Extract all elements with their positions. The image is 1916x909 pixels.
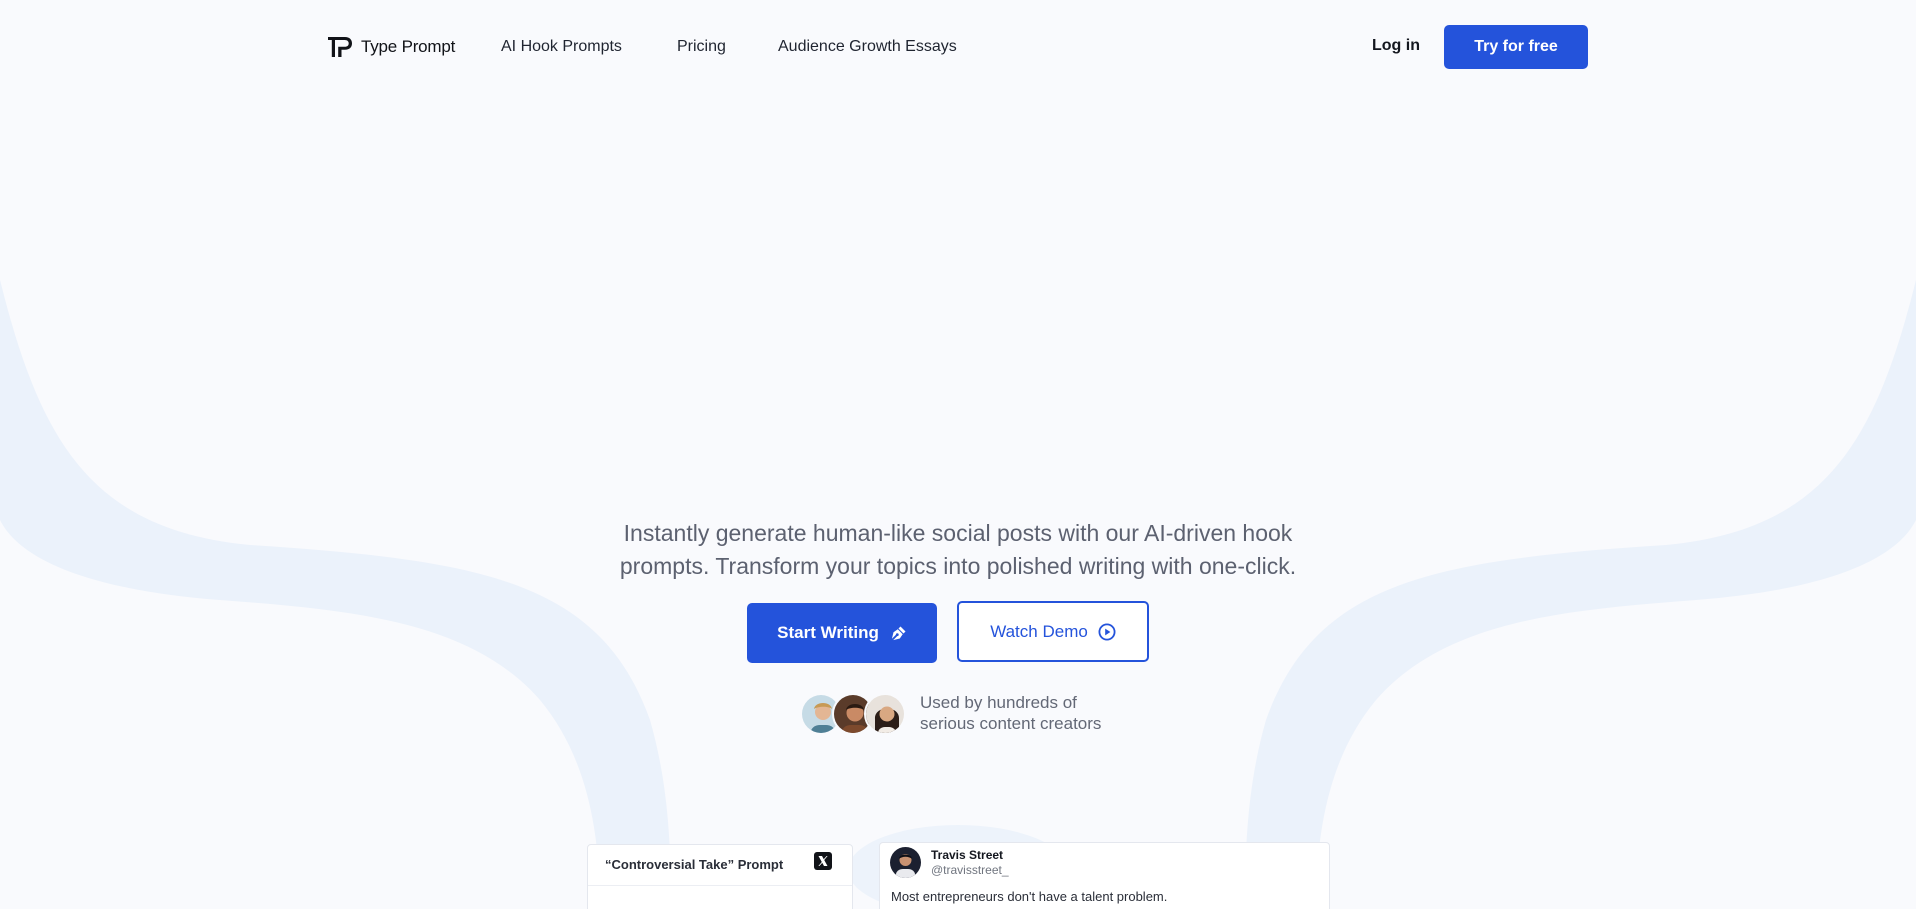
nav-link-audience-growth-essays[interactable]: Audience Growth Essays xyxy=(778,38,957,56)
pen-nib-icon xyxy=(891,626,906,640)
logo-text: Type Prompt xyxy=(361,37,456,56)
hero-subtitle-line-2: prompts. Transform your topics into poli… xyxy=(619,553,1297,579)
start-writing-button[interactable]: Start Writing xyxy=(747,603,937,663)
avatar xyxy=(890,847,921,878)
hero-subtitle: Instantly generate human-like social pos… xyxy=(558,517,1358,583)
logo[interactable]: Type Prompt xyxy=(327,35,455,59)
social-proof-line-2: serious content creators xyxy=(920,714,1102,733)
watch-demo-button[interactable]: Watch Demo xyxy=(957,601,1149,662)
nav-link-pricing[interactable]: Pricing xyxy=(677,38,726,56)
social-proof-text: Used by hundreds of serious content crea… xyxy=(920,692,1101,734)
prompt-card-title: “Controversial Take” Prompt xyxy=(605,857,784,872)
prompt-card: “Controversial Take” Prompt xyxy=(587,844,853,909)
try-for-free-button[interactable]: Try for free xyxy=(1444,25,1588,69)
watch-demo-label: Watch Demo xyxy=(990,621,1088,641)
prompt-card-divider xyxy=(588,885,852,886)
login-link[interactable]: Log in xyxy=(1372,37,1420,55)
hero-subtitle-line-1: Instantly generate human-like social pos… xyxy=(623,520,1293,546)
tweet-author-handle: @travisstreet_ xyxy=(931,863,1009,877)
tweet-author-name: Travis Street xyxy=(931,848,1004,862)
creator-avatars xyxy=(800,693,906,735)
x-logo-icon xyxy=(814,852,832,870)
avatar xyxy=(864,693,906,735)
top-nav: Type Prompt AI Hook Prompts Pricing Audi… xyxy=(0,0,1916,94)
tweet-text: Most entrepreneurs don't have a talent p… xyxy=(891,889,1168,904)
social-proof-line-1: Used by hundreds of xyxy=(920,693,1077,712)
background-swoosh xyxy=(0,0,1916,909)
play-circle-icon xyxy=(1098,623,1116,640)
nav-link-ai-hook-prompts[interactable]: AI Hook Prompts xyxy=(501,38,622,56)
type-prompt-logo-icon xyxy=(328,37,352,57)
tweet-card: Travis Street @travisstreet_ Most entrep… xyxy=(879,842,1330,909)
start-writing-label: Start Writing xyxy=(777,623,879,642)
